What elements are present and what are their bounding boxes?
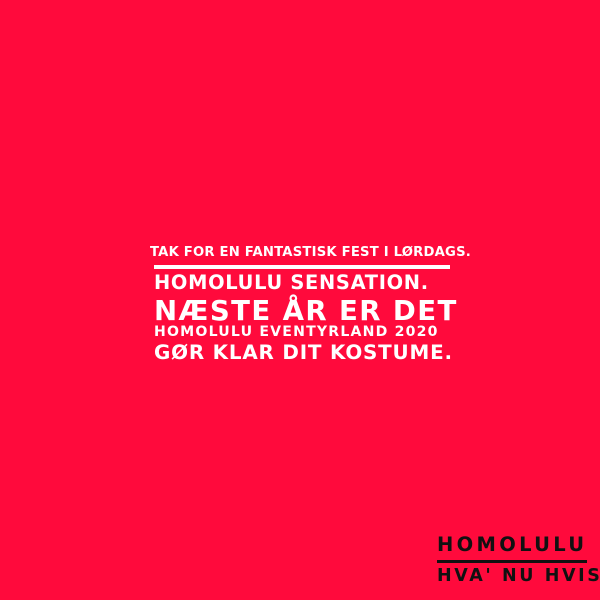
poster-background: TAK FOR EN FANTASTISK FEST I LØRDAGS. HO… — [0, 0, 600, 600]
logo-divider — [437, 559, 587, 563]
message-block: TAK FOR EN FANTASTISK FEST I LØRDAGS. HO… — [150, 246, 471, 365]
message-divider — [154, 265, 450, 270]
next-event-line: HOMOLULU EVENTYRLAND 2020 — [154, 324, 439, 341]
thank-you-line: TAK FOR EN FANTASTISK FEST I LØRDAGS. — [150, 245, 471, 260]
logo-tagline: HVA' NU HVIS — [437, 565, 600, 586]
homolulu-logo: HOMOLULU HVA' NU HVIS — [437, 533, 600, 586]
event-name-line: HOMOLULU SENSATION. — [154, 271, 429, 295]
logo-name: HOMOLULU — [437, 533, 588, 556]
next-year-line: NÆSTE ÅR ER DET — [154, 293, 458, 327]
costume-line: GØR KLAR DIT KOSTUME. — [154, 341, 453, 365]
